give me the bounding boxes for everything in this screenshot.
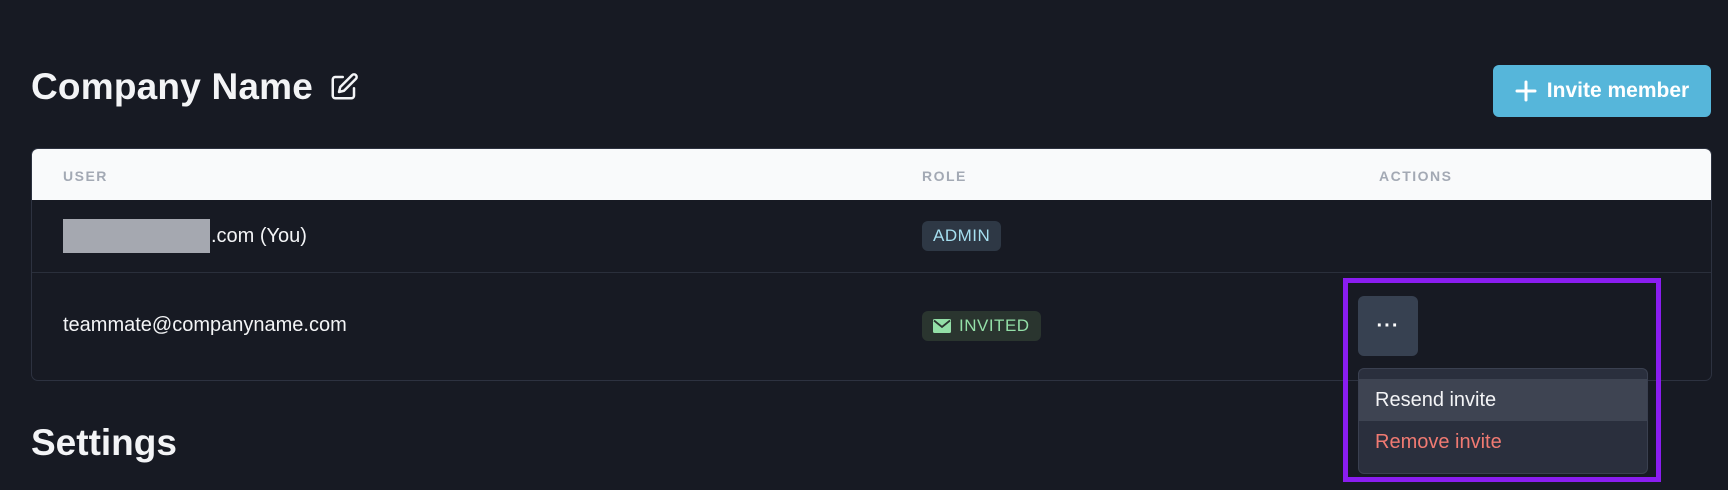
edit-icon[interactable] [329, 72, 359, 102]
actions-dropdown-menu: Resend invite Remove invite [1358, 368, 1648, 474]
company-header: Company Name [31, 66, 359, 108]
table-row: .com (You) ADMIN [32, 200, 1711, 273]
redacted-email [63, 219, 210, 253]
column-header-role: ROLE [922, 168, 967, 184]
user-email: teammate@companyname.com [63, 314, 347, 336]
user-cell: .com (You) [63, 219, 307, 253]
resend-invite-menu-item[interactable]: Resend invite [1359, 379, 1647, 421]
column-header-actions: ACTIONS [1379, 168, 1453, 184]
plus-icon [1515, 80, 1537, 102]
user-cell: teammate@companyname.com [63, 314, 347, 337]
more-horizontal-icon: ··· [1376, 314, 1400, 337]
role-label: ADMIN [933, 226, 991, 245]
role-label: INVITED [959, 316, 1030, 335]
settings-heading: Settings [31, 422, 177, 463]
invite-member-button[interactable]: Invite member [1493, 65, 1711, 117]
column-header-user: USER [63, 168, 108, 184]
more-actions-button[interactable]: ··· [1358, 296, 1418, 356]
page: Company Name Invite member USER ROLE ACT… [0, 0, 1728, 490]
user-email-suffix: .com (You) [211, 224, 307, 247]
role-badge-invited: INVITED [922, 311, 1041, 341]
table-row: teammate@companyname.com INVITED [32, 273, 1711, 377]
company-name-title: Company Name [31, 66, 314, 107]
envelope-icon [933, 319, 951, 333]
members-table: USER ROLE ACTIONS .com (You) ADMIN teamm… [31, 148, 1712, 381]
role-badge-admin: ADMIN [922, 221, 1002, 251]
table-header: USER ROLE ACTIONS [32, 149, 1711, 200]
remove-invite-menu-item[interactable]: Remove invite [1359, 421, 1647, 463]
invite-member-label: Invite member [1546, 79, 1690, 102]
